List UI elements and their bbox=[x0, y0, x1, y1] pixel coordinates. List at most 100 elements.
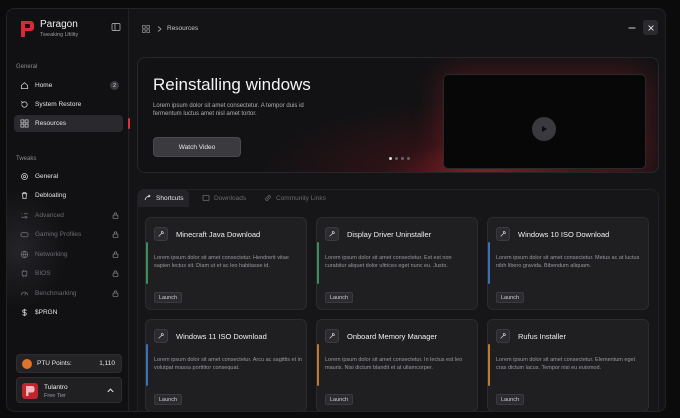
tool-icon bbox=[496, 329, 510, 343]
card-description: Lorem ipsum dolor sit amet consectetur. … bbox=[496, 255, 640, 269]
card-description: Lorem ipsum dolor sit amet consectetur. … bbox=[325, 255, 452, 269]
hero-banner: Reinstalling windows Lorem ipsum dolor s… bbox=[137, 57, 659, 173]
ptu-points: PTU Points: 1,110 bbox=[16, 354, 122, 373]
sidebar-item-bios[interactable]: BIOS bbox=[14, 265, 123, 282]
launch-button[interactable]: Launch bbox=[325, 292, 354, 303]
card-title: Windows 10 ISO Download bbox=[518, 230, 610, 239]
card-description: Lorem ipsum dolor sit amet consectetur. … bbox=[154, 357, 302, 371]
shortcut-icon bbox=[144, 194, 152, 202]
sidebar-item-label: General bbox=[35, 173, 59, 180]
chevron-right-icon bbox=[157, 26, 162, 32]
breadcrumb[interactable]: Resources bbox=[167, 25, 198, 32]
sidebar-item-advanced[interactable]: Advanced bbox=[14, 207, 123, 224]
lock-icon bbox=[112, 290, 119, 297]
section-label-tweaks: Tweaks bbox=[16, 156, 37, 162]
sidebar-item-debloating[interactable]: Debloating bbox=[14, 187, 123, 204]
card-accent bbox=[488, 242, 490, 284]
resource-card: Windows 11 ISO Download Lorem ipsum dolo… bbox=[145, 319, 307, 411]
sidebar-item-label: Advanced bbox=[35, 212, 64, 219]
card-accent bbox=[146, 242, 148, 284]
card-title: Onboard Memory Manager bbox=[347, 332, 438, 341]
avatar bbox=[22, 383, 38, 399]
sliders-icon bbox=[20, 211, 29, 220]
link-icon bbox=[264, 194, 272, 202]
app-subtitle: Tweaking Utility bbox=[40, 32, 79, 38]
section-label-general: General bbox=[16, 64, 38, 70]
dollar-icon bbox=[20, 308, 29, 317]
gauge-icon bbox=[20, 289, 29, 298]
launch-button[interactable]: Launch bbox=[496, 292, 525, 303]
tab-label: Downloads bbox=[214, 194, 247, 202]
card-title: Minecraft Java Download bbox=[176, 230, 261, 239]
card-title: Windows 11 ISO Download bbox=[176, 332, 267, 341]
close-icon bbox=[647, 24, 654, 31]
resource-card: Onboard Memory Manager Lorem ipsum dolor… bbox=[316, 319, 478, 411]
resource-card: Windows 10 ISO Download Lorem ipsum dolo… bbox=[487, 217, 649, 310]
minimize-icon[interactable] bbox=[627, 23, 637, 33]
card-accent bbox=[317, 242, 319, 284]
sidebar-item-label: Gaming Profiles bbox=[35, 231, 82, 238]
tab-downloads[interactable]: Downloads bbox=[196, 189, 252, 207]
settings-icon bbox=[20, 172, 29, 181]
points-label: PTU Points: bbox=[37, 360, 72, 367]
card-accent bbox=[488, 344, 490, 386]
carousel-dot[interactable] bbox=[407, 157, 410, 160]
hero-title: Reinstalling windows bbox=[153, 75, 311, 94]
tab-label: Community Links bbox=[276, 194, 326, 202]
app-window: Paragon Tweaking Utility General Home 2 … bbox=[6, 8, 666, 412]
tool-icon bbox=[496, 227, 510, 241]
launch-button[interactable]: Launch bbox=[154, 292, 183, 303]
sidebar-item-resources[interactable]: Resources bbox=[14, 115, 130, 132]
carousel-dot[interactable] bbox=[401, 157, 404, 160]
play-button[interactable] bbox=[532, 117, 556, 141]
chevron-up-icon[interactable] bbox=[106, 386, 115, 395]
launch-button[interactable]: Launch bbox=[496, 394, 525, 405]
points-value: 1,110 bbox=[99, 360, 115, 367]
gamepad-icon bbox=[20, 230, 29, 239]
lock-icon bbox=[112, 270, 119, 277]
card-description: Lorem ipsum dolor sit amet consectetur. … bbox=[154, 255, 289, 269]
carousel-dot[interactable] bbox=[395, 157, 398, 160]
tool-icon bbox=[154, 227, 168, 241]
sidebar-item-gaming-profiles[interactable]: Gaming Profiles bbox=[14, 226, 123, 243]
card-title: Rufus Installer bbox=[518, 332, 566, 341]
tool-icon bbox=[154, 329, 168, 343]
launch-button[interactable]: Launch bbox=[154, 394, 183, 405]
watch-video-button[interactable]: Watch Video bbox=[153, 137, 241, 157]
resource-tabs-panel: Shortcuts Downloads Community Links Mine… bbox=[137, 189, 659, 411]
sidebar-item-networking[interactable]: Networking bbox=[14, 246, 123, 263]
sidebar-item-home[interactable]: Home 2 bbox=[14, 77, 123, 94]
sidebar-item-label: System Restore bbox=[35, 101, 82, 108]
sidebar-item-prgn[interactable]: $PRGN bbox=[14, 304, 123, 321]
app-title: Paragon bbox=[40, 19, 78, 30]
carousel-dot[interactable] bbox=[389, 157, 392, 160]
sidebar-toggle-icon[interactable] bbox=[111, 22, 121, 32]
user-profile[interactable]: Tulantro Free Tier bbox=[16, 377, 122, 403]
sidebar-item-benchmarking[interactable]: Benchmarking bbox=[14, 285, 123, 302]
grid-icon bbox=[20, 119, 29, 128]
sidebar-item-label: $PRGN bbox=[35, 309, 58, 316]
coin-icon bbox=[22, 359, 32, 369]
tab-community-links[interactable]: Community Links bbox=[258, 189, 332, 207]
hero-description: Lorem ipsum dolor sit amet consectetur. … bbox=[153, 103, 304, 117]
resource-card: Display Driver Uninstaller Lorem ipsum d… bbox=[316, 217, 478, 310]
notification-badge: 2 bbox=[110, 81, 119, 90]
tool-icon bbox=[325, 329, 339, 343]
sidebar-item-label: Home bbox=[35, 82, 53, 89]
close-button[interactable] bbox=[643, 20, 658, 35]
play-icon bbox=[542, 126, 547, 132]
trash-icon bbox=[20, 191, 29, 200]
sidebar: Paragon Tweaking Utility General Home 2 … bbox=[7, 9, 130, 411]
grid-icon[interactable] bbox=[142, 25, 150, 33]
card-description: Lorem ipsum dolor sit amet consectetur. … bbox=[325, 357, 463, 371]
resource-card: Minecraft Java Download Lorem ipsum dolo… bbox=[145, 217, 307, 310]
lock-icon bbox=[112, 231, 119, 238]
home-icon bbox=[20, 81, 29, 90]
tab-shortcuts[interactable]: Shortcuts bbox=[138, 189, 190, 207]
card-accent bbox=[146, 344, 148, 386]
launch-button[interactable]: Launch bbox=[325, 394, 354, 405]
sidebar-item-general[interactable]: General bbox=[14, 168, 123, 185]
sidebar-item-system-restore[interactable]: System Restore bbox=[14, 96, 123, 113]
video-player[interactable] bbox=[443, 74, 646, 169]
main-content: Resources Reinstalling windows Lorem ips… bbox=[129, 9, 665, 411]
